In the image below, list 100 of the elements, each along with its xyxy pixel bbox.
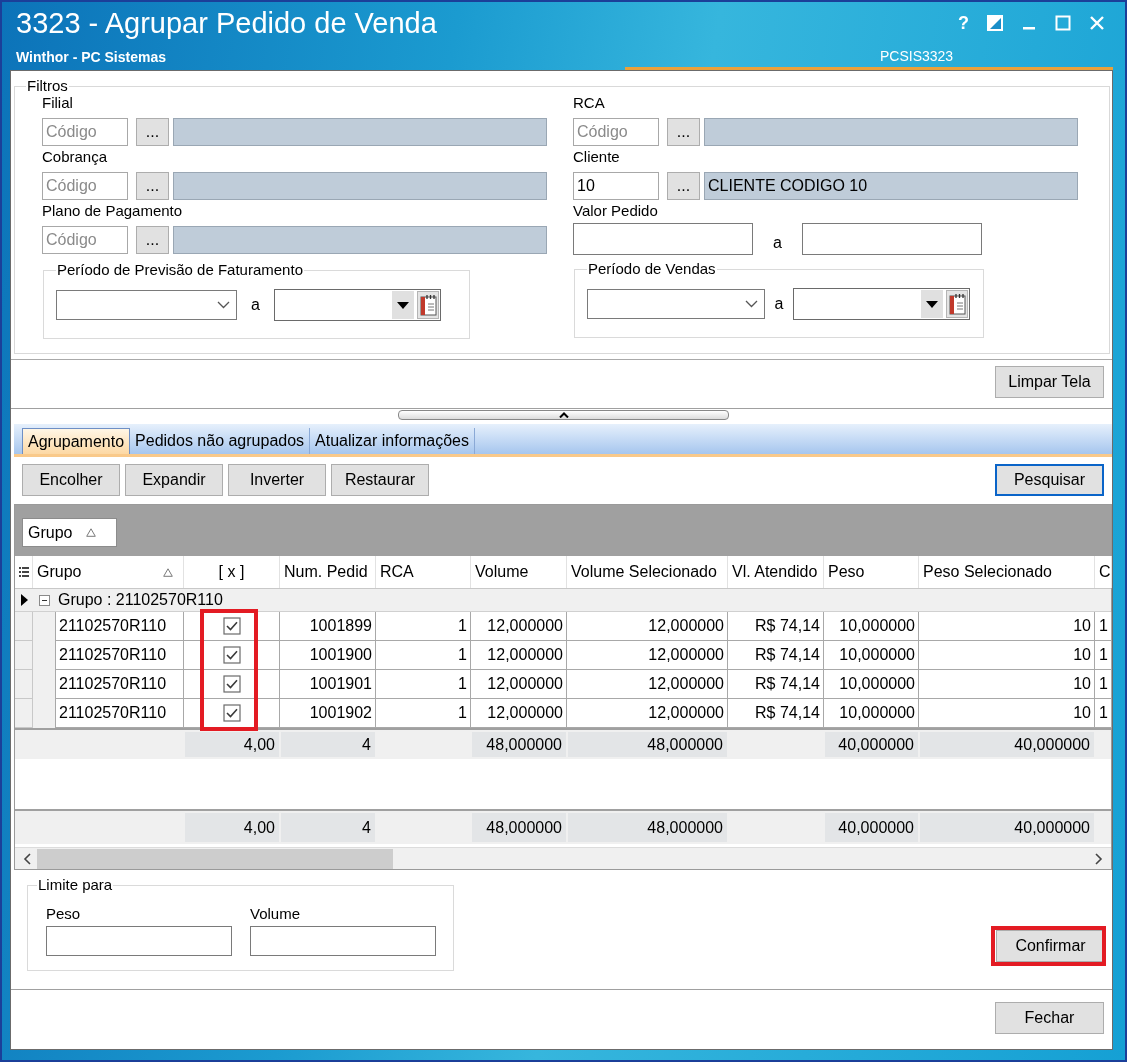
search-button[interactable]: Pesquisar — [995, 464, 1104, 496]
range-to-field[interactable] — [802, 223, 982, 255]
tab[interactable]: Agrupamento — [22, 428, 131, 454]
field-label: Peso — [46, 905, 82, 923]
confirm-button[interactable]: Confirmar — [996, 930, 1105, 962]
splitter-handle[interactable] — [398, 410, 729, 420]
summary-cell: 4,00 — [185, 732, 279, 757]
column-header[interactable]: C — [1095, 556, 1112, 588]
range-from-field[interactable] — [573, 223, 753, 255]
range-separator: a — [773, 295, 785, 313]
description-field: CLIENTE CODIGO 10 — [704, 172, 1078, 200]
table-cell: 1 — [1095, 670, 1112, 699]
code-field[interactable]: Código — [42, 226, 128, 254]
table-cell: 1 — [1095, 699, 1112, 728]
column-header[interactable]: Vl. Atendido — [728, 556, 824, 588]
row-header-cell — [15, 670, 33, 699]
table-cell: 12,000000 — [471, 670, 567, 699]
calendar-button[interactable] — [417, 291, 439, 319]
table-cell: 1 — [376, 612, 471, 641]
toolbar-button[interactable]: Restaurar — [331, 464, 429, 496]
group-title: Período de Vendas — [587, 261, 717, 277]
table-cell: 12,000000 — [471, 641, 567, 670]
lookup-button[interactable]: ... — [667, 172, 700, 200]
lookup-button[interactable]: ... — [136, 118, 169, 146]
column-header[interactable]: Num. Pedid — [280, 556, 376, 588]
date-to-field[interactable] — [793, 288, 970, 320]
date-from-field[interactable] — [56, 290, 237, 320]
tab[interactable]: Atualizar informações — [310, 428, 475, 454]
contrast-icon[interactable] — [987, 15, 1003, 31]
maximize-icon[interactable] — [1055, 15, 1071, 31]
column-header[interactable]: [ x ] — [184, 556, 280, 588]
scrollbar-thumb[interactable] — [37, 848, 393, 869]
column-header[interactable]: Volume — [471, 556, 567, 588]
table-cell: R$ 74,14 — [728, 641, 824, 670]
table-cell: 10,000000 — [824, 612, 919, 641]
clear-button[interactable]: Limpar Tela — [995, 366, 1104, 398]
date-from-field[interactable] — [587, 289, 765, 319]
column-header[interactable]: Volume Selecionado — [567, 556, 728, 588]
table-cell: 12,000000 — [567, 612, 728, 641]
field-label: Filial — [42, 94, 74, 112]
table-cell: 10 — [919, 670, 1095, 699]
toolbar-button[interactable]: Encolher — [22, 464, 120, 496]
table-cell: 12,000000 — [471, 699, 567, 728]
checkbox[interactable] — [222, 646, 241, 664]
checkbox[interactable] — [222, 704, 241, 722]
table-cell: R$ 74,14 — [728, 670, 824, 699]
column-header[interactable]: Grupo — [33, 556, 184, 588]
limit-field[interactable] — [250, 926, 436, 956]
column-chooser-icon[interactable] — [19, 566, 29, 578]
table-cell: 1 — [376, 641, 471, 670]
summary-cell: 4 — [281, 813, 375, 842]
horizontal-scrollbar[interactable] — [15, 847, 1111, 869]
column-header[interactable]: RCA — [376, 556, 471, 588]
table-cell: 21102570R110 — [55, 641, 184, 670]
column-header[interactable]: Peso Selecionado — [919, 556, 1095, 588]
table-cell: R$ 74,14 — [728, 612, 824, 641]
table-cell: 1001902 — [280, 699, 376, 728]
code-field[interactable]: Código — [42, 118, 128, 146]
code-field[interactable]: 10 — [573, 172, 659, 200]
summary-cell: 48,000000 — [472, 732, 566, 757]
caret-down-icon — [397, 301, 409, 309]
calendar-icon — [419, 294, 437, 316]
collapse-icon[interactable] — [39, 595, 50, 606]
table-cell: 1 — [1095, 641, 1112, 670]
chevron-right-icon[interactable] — [1095, 852, 1103, 865]
date-to-field[interactable] — [274, 289, 441, 321]
chevron-left-icon[interactable] — [23, 852, 31, 865]
table-cell: 12,000000 — [567, 670, 728, 699]
close-button[interactable]: Fechar — [995, 1002, 1104, 1034]
close-icon[interactable] — [1089, 15, 1105, 31]
group-by-chip[interactable]: Grupo — [22, 518, 117, 547]
tab[interactable]: Pedidos não agrupados — [130, 428, 311, 454]
caret-up-icon — [558, 412, 569, 418]
lookup-button[interactable]: ... — [136, 226, 169, 254]
checkbox[interactable] — [222, 675, 241, 693]
checkbox[interactable] — [222, 617, 241, 635]
caret-down-icon — [926, 300, 938, 308]
dropdown-button[interactable] — [921, 290, 943, 318]
table-cell: 1001901 — [280, 670, 376, 699]
dropdown-button[interactable] — [392, 291, 414, 319]
lookup-button[interactable]: ... — [667, 118, 700, 146]
summary-cell: 40,000000 — [825, 813, 918, 842]
table-cell: 10,000000 — [824, 699, 919, 728]
calendar-button[interactable] — [946, 290, 968, 318]
code-field[interactable]: Código — [42, 172, 128, 200]
chevron-down-icon — [745, 300, 758, 308]
toolbar-button[interactable]: Inverter — [228, 464, 326, 496]
column-header[interactable]: Peso — [824, 556, 919, 588]
range-separator: a — [250, 296, 261, 314]
table-cell: 1 — [376, 670, 471, 699]
chevron-down-icon — [217, 301, 230, 309]
table-cell: 1001900 — [280, 641, 376, 670]
lookup-button[interactable]: ... — [136, 172, 169, 200]
limit-field[interactable] — [46, 926, 232, 956]
group-title: Limite para — [37, 877, 114, 893]
group-title: Filtros — [26, 78, 69, 94]
calendar-icon — [948, 293, 966, 315]
toolbar-button[interactable]: Expandir — [125, 464, 223, 496]
code-field[interactable]: Código — [573, 118, 659, 146]
field-label: Valor Pedido — [573, 202, 659, 220]
